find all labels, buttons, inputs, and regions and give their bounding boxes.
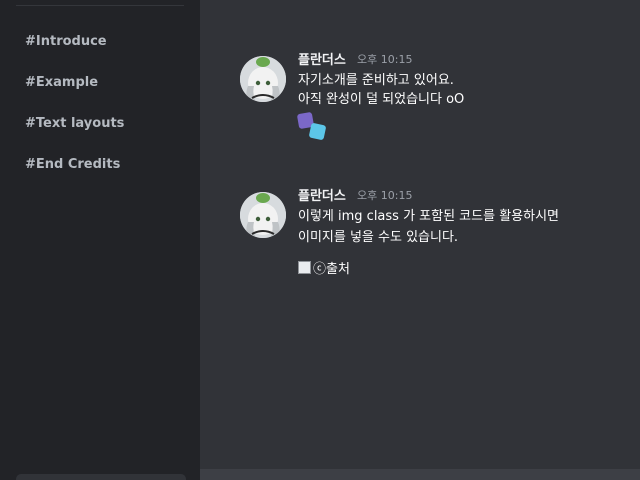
user-panel: [16, 474, 186, 480]
channel-text-layouts[interactable]: #Text layouts: [25, 116, 124, 131]
message-composer[interactable]: [200, 469, 640, 480]
broken-image-icon: [298, 261, 311, 274]
channel-example[interactable]: #Example: [25, 75, 98, 90]
channel-sidebar: #Introduce #Example #Text layouts #End C…: [0, 0, 200, 480]
author-avatar[interactable]: [240, 56, 286, 102]
broken-image[interactable]: ⓒ출처: [298, 258, 350, 277]
cyan-die-icon: [308, 122, 327, 141]
message-timestamp: 오후 10:15: [357, 189, 413, 202]
message-area: 플란더스 오후 10:15 자기소개를 준비하고 있어요. 아직 완성이 덜 되…: [200, 0, 640, 480]
channel-end-credits[interactable]: #End Credits: [25, 157, 120, 172]
message-line: 이렇게 img class 가 포함된 코드를 활용하시면: [298, 209, 559, 224]
author-avatar[interactable]: [240, 192, 286, 238]
image-alt-text: ⓒ출처: [313, 262, 350, 277]
message-line: 이미지를 넣을 수도 있습니다.: [298, 230, 459, 245]
message-line: 자기소개를 준비하고 있어요.: [298, 73, 454, 88]
message-line: 아직 완성이 덜 되었습니다 oO: [298, 92, 465, 107]
message-author[interactable]: 플란더스: [298, 49, 346, 68]
sidebar-divider: [16, 5, 184, 6]
avatar-image: [240, 192, 286, 238]
message-timestamp: 오후 10:15: [357, 53, 413, 66]
channel-introduce[interactable]: #Introduce: [25, 34, 107, 49]
message-author[interactable]: 플란더스: [298, 185, 346, 204]
avatar-image: [240, 56, 286, 102]
